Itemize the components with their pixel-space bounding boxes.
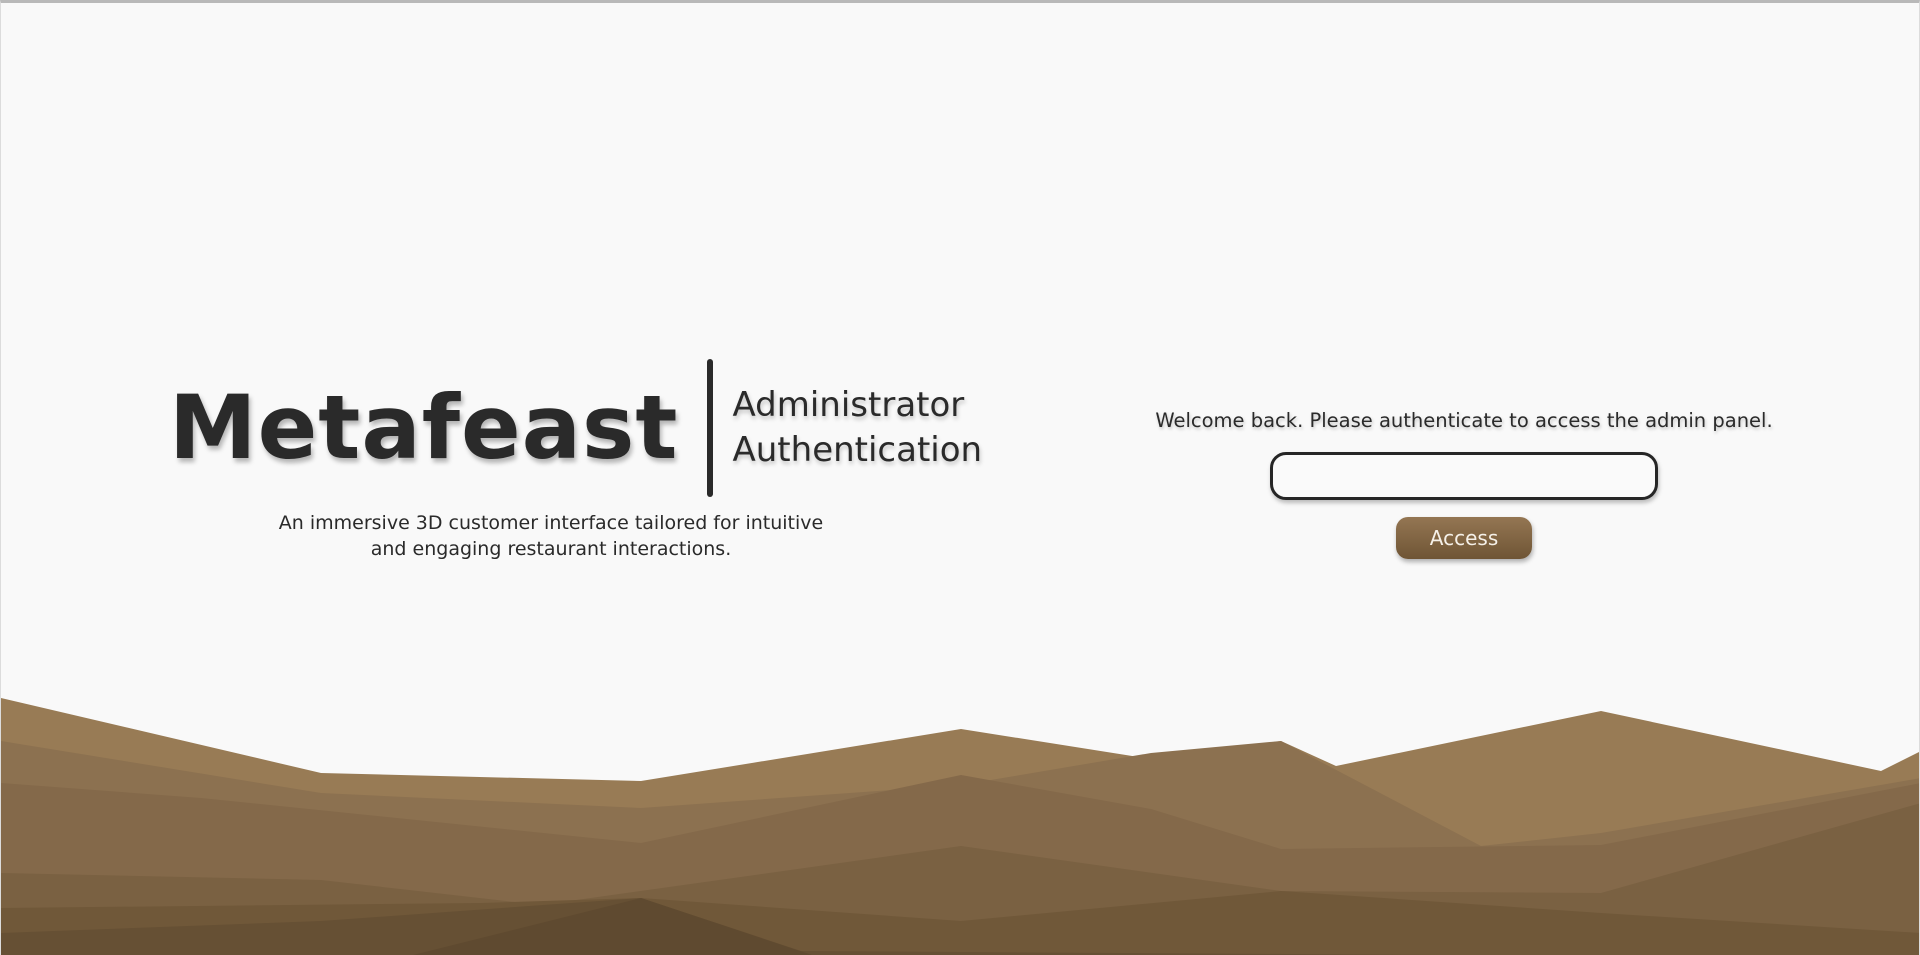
app-title: Metafeast — [169, 376, 679, 479]
app-tagline: An immersive 3D customer interface tailo… — [241, 510, 861, 562]
subtitle-line-1: Administrator — [732, 385, 965, 425]
login-page: Metafeast Administrator Authentication A… — [0, 0, 1920, 955]
page-subtitle: Administrator Authentication — [733, 383, 983, 473]
title-divider — [706, 359, 713, 497]
tagline-line-2: and engaging restaurant interactions. — [370, 538, 732, 560]
password-input[interactable] — [1270, 452, 1658, 500]
subtitle-line-2: Authentication — [732, 430, 983, 470]
login-form: Welcome back. Please authenticate to acc… — [1131, 409, 1797, 559]
brand-header: Metafeast Administrator Authentication — [169, 359, 982, 497]
welcome-message: Welcome back. Please authenticate to acc… — [1155, 409, 1773, 432]
access-button[interactable]: Access — [1396, 517, 1532, 559]
tagline-line-1: An immersive 3D customer interface tailo… — [278, 512, 824, 534]
